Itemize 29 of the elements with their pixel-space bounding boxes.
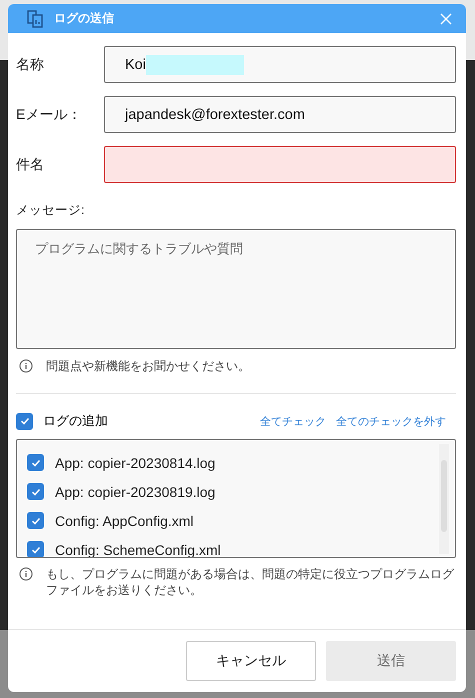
input-field[interactable] [104,146,456,183]
field-label: 名称 [16,56,45,74]
message-field[interactable]: プログラムに関するトラブルや質問 [16,229,456,349]
log-file-label: App: copier-20230819.log [55,484,216,500]
uncheck-all-link[interactable]: 全てのチェックを外す [336,414,446,428]
message-label: メッセージ: [16,202,86,219]
checkbox[interactable] [27,541,44,557]
checkbox[interactable] [16,412,33,430]
hint-text: 問題点や新機能をお聞かせください。 [46,358,250,375]
field-label: Eメール： [16,106,82,124]
log-file-label: Config: AppConfig.xml [55,512,194,528]
checkbox[interactable] [27,512,44,529]
checkmark-icon [18,415,30,427]
input-field[interactable]: japandesk@forextester.com [104,96,456,133]
input-field[interactable]: Koi [104,46,456,83]
checkbox[interactable] [27,454,44,471]
cancel-button[interactable]: キャンセル [186,641,316,681]
check-all-link[interactable]: 全てチェック [260,414,326,428]
checkbox-label: ログの追加 [43,412,109,430]
document-icon [26,10,44,28]
field-label: 件名 [16,156,45,174]
log-file-label: App: copier-20230814.log [55,454,216,470]
checkbox[interactable] [27,483,44,500]
info-icon [19,567,33,581]
info-icon [19,359,33,373]
note-text: もし、プログラムに問題がある場合は、問題の特定に役立つプログラムログファイルをお送りください。 [46,566,456,598]
scrollbar[interactable] [439,444,449,554]
close-icon [440,12,452,24]
window-title: ログの送信 [54,10,115,27]
